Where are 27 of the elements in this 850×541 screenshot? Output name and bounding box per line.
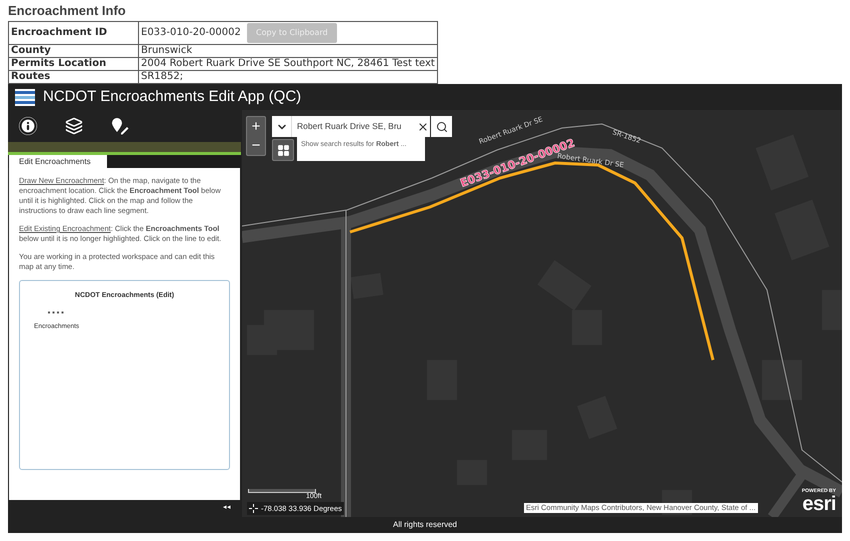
search-field[interactable]: Robert Ruark Drive SE, Bru xyxy=(292,116,416,137)
field-label: Encroachment ID xyxy=(8,22,138,44)
zoom-in-button[interactable]: + xyxy=(247,117,265,136)
field-value: 2004 Robert Ruark Drive SE Southport NC, 28461 Test text xyxy=(141,58,435,70)
basemap-button[interactable] xyxy=(272,139,294,161)
grid-icon xyxy=(276,144,290,156)
zoom-out-button[interactable]: − xyxy=(247,136,265,155)
scale-bar xyxy=(248,489,316,493)
search-source-button[interactable] xyxy=(272,116,292,137)
search-button[interactable] xyxy=(431,116,452,137)
field-value: SR1852; xyxy=(141,71,184,83)
logo-icon xyxy=(15,88,35,106)
panel-tab[interactable]: Edit Encroachments xyxy=(9,155,107,168)
field-label: County xyxy=(8,44,138,58)
info-icon[interactable] xyxy=(19,117,37,135)
dashed-line-icon xyxy=(48,311,64,314)
search-icon xyxy=(436,120,448,132)
field-value: E033-010-20-00002 xyxy=(141,27,241,39)
crosshair-icon[interactable] xyxy=(249,504,258,513)
field-label: Permits Location xyxy=(8,58,138,70)
clear-icon xyxy=(417,120,429,132)
layers-icon[interactable] xyxy=(65,117,83,135)
app-title: NCDOT Encroachments Edit App (QC) xyxy=(43,86,302,107)
footer-text: All rights reserved xyxy=(392,519,458,531)
field-value: Brunswick xyxy=(141,45,192,57)
pin-pencil-icon[interactable] xyxy=(111,117,129,135)
section-title: Encroachment Info xyxy=(8,2,127,19)
